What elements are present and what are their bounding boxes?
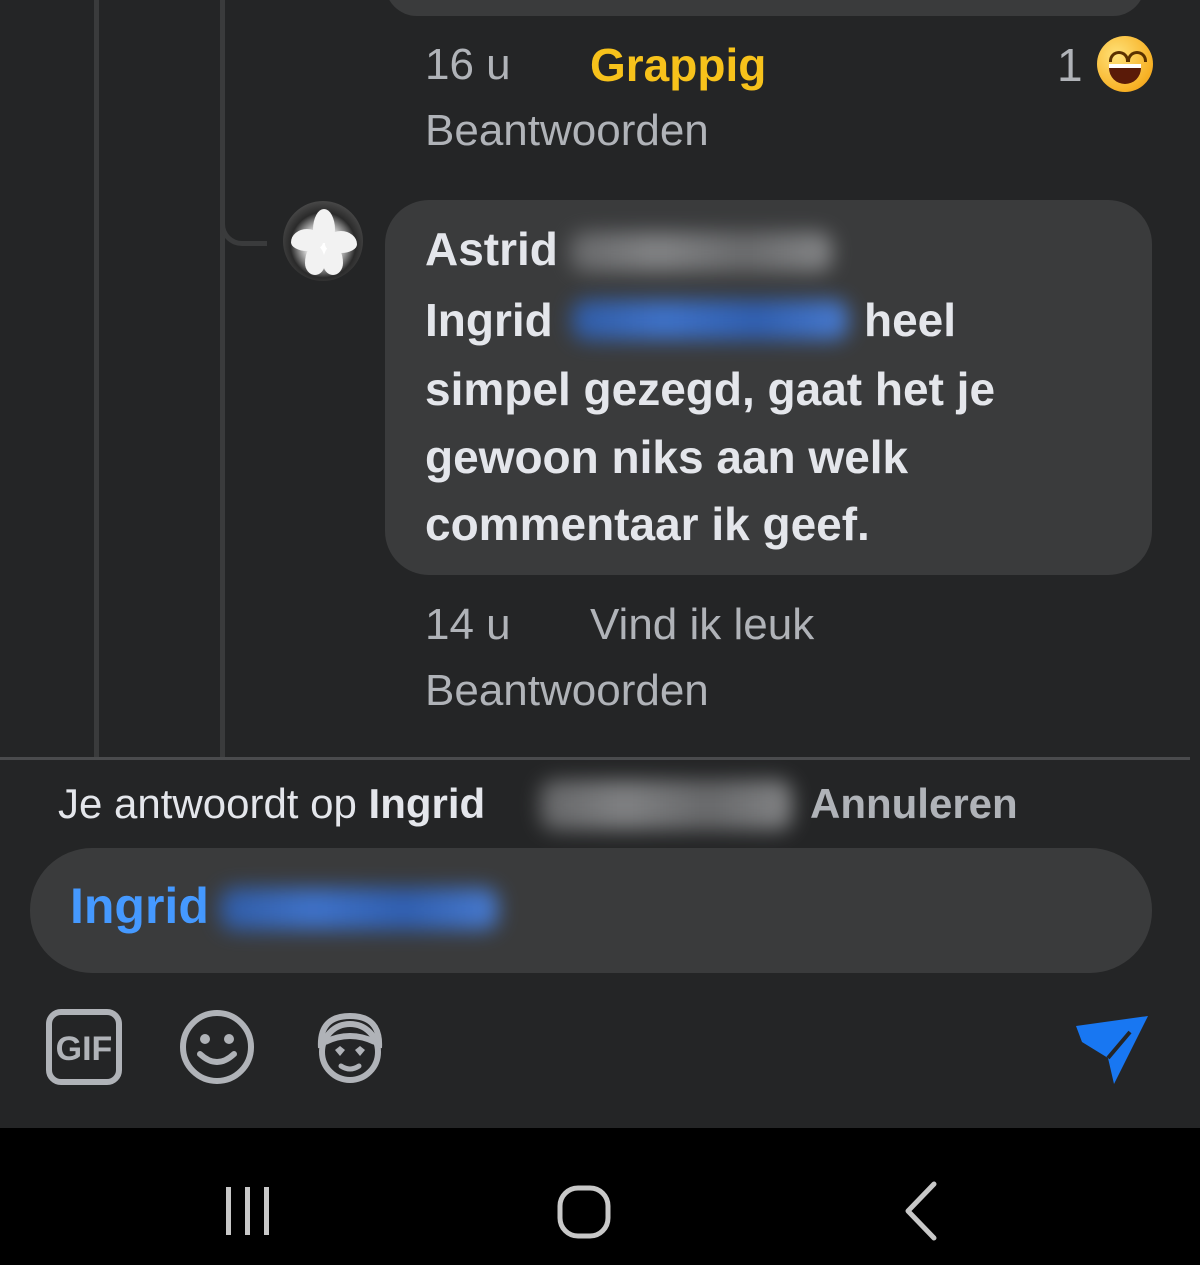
- reaction-count[interactable]: 1: [1057, 38, 1083, 92]
- cancel-reply-button[interactable]: Annuleren: [810, 780, 1018, 828]
- avatar-sticker-icon[interactable]: [311, 1008, 389, 1086]
- replying-to-label: Je antwoordt op Ingrid: [58, 780, 485, 828]
- emoji-icon[interactable]: [178, 1008, 256, 1086]
- back-icon[interactable]: [900, 1180, 944, 1242]
- reply-button[interactable]: Beantwoorden: [425, 106, 709, 156]
- comment-timestamp: 14 u: [425, 600, 511, 649]
- redacted-mention-surname: [572, 300, 848, 340]
- send-icon[interactable]: [1072, 1012, 1152, 1087]
- system-navigation-bar: [0, 1128, 1200, 1265]
- replying-name: Ingrid: [368, 780, 486, 827]
- previous-comment-bubble: [385, 0, 1145, 16]
- redacted-surname: [540, 780, 792, 830]
- reaction-grappig-link[interactable]: Grappig: [590, 38, 766, 92]
- comment-timestamp: 16 u: [425, 40, 511, 89]
- like-button[interactable]: Vind ik leuk: [590, 600, 814, 650]
- reply-button[interactable]: Beantwoorden: [425, 666, 709, 716]
- thread-line-outer: [94, 0, 99, 757]
- divider: [0, 757, 1190, 760]
- comment-text-line: gewoon niks aan welk: [425, 431, 909, 483]
- thread-line-inner: [220, 0, 225, 757]
- recent-apps-icon[interactable]: [220, 1183, 276, 1239]
- mention-link[interactable]: Ingrid: [425, 293, 553, 347]
- redacted-mention-surname: [220, 888, 498, 930]
- comment-text-line: commentaar ik geef.: [425, 498, 870, 550]
- comment-text-line: heel: [864, 294, 957, 346]
- comment-author[interactable]: Astrid: [425, 222, 558, 276]
- avatar[interactable]: [283, 201, 363, 281]
- comment-input[interactable]: Ingrid: [70, 877, 209, 935]
- thread-connector: [220, 195, 267, 246]
- laughing-face-icon[interactable]: [1097, 36, 1153, 92]
- home-icon[interactable]: [555, 1183, 615, 1243]
- gif-icon[interactable]: GIF: [45, 1008, 123, 1086]
- replying-prefix: Je antwoordt op: [58, 780, 357, 827]
- gif-icon-label: GIF: [56, 1030, 113, 1068]
- comment-text-line: simpel gezegd, gaat het je: [425, 363, 996, 415]
- redacted-surname: [570, 232, 832, 272]
